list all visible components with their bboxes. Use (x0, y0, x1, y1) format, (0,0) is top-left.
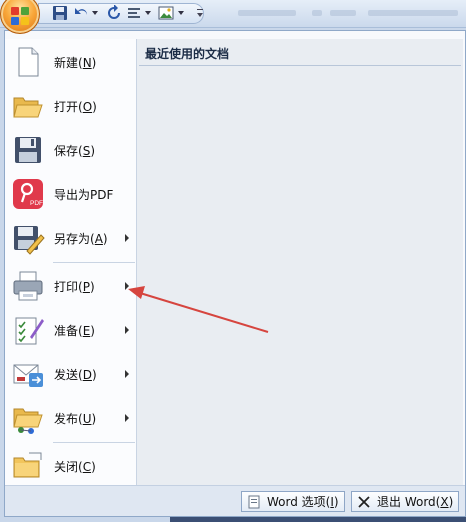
menu-item-label: 另存为( (54, 231, 95, 246)
word-options-button[interactable]: Word 选项(I) (241, 491, 345, 512)
menu-item-close[interactable]: 关闭(C) (9, 445, 133, 487)
exit-word-label: 退出 Word( (377, 495, 441, 509)
exit-word-accesskey: X (440, 494, 449, 509)
title-ghost (330, 10, 356, 16)
recent-documents-divider (139, 65, 461, 66)
title-ghost (238, 10, 296, 16)
menu-item-print[interactable]: 打印(P) (9, 265, 133, 307)
title-ghost (312, 10, 322, 16)
title-ghost (368, 10, 458, 16)
pdf-export-icon: PDF (11, 177, 45, 211)
menu-item-new[interactable]: 新建(N) (9, 41, 133, 83)
undo-icon[interactable] (74, 5, 90, 21)
picture-dropdown-icon[interactable] (178, 11, 184, 15)
menu-bottom-bar: Word 选项(I) 退出 Word(X) (5, 485, 465, 516)
menu-item-accesskey: A (94, 231, 103, 246)
list-format-icon[interactable] (126, 5, 142, 21)
send-icon (11, 357, 45, 391)
menu-divider (53, 442, 135, 443)
prepare-icon (11, 313, 45, 347)
menu-item-label-tail: ) (90, 143, 95, 158)
quick-access-toolbar (0, 0, 466, 28)
menu-item-accesskey: O (82, 99, 93, 114)
menu-item-send[interactable]: 发送(D) (9, 353, 133, 395)
new-document-icon (11, 45, 45, 79)
menu-item-label-tail: ) (89, 279, 95, 294)
word-options-label-tail: ) (333, 494, 339, 509)
menu-item-label: 准备( (54, 323, 83, 338)
undo-dropdown-icon[interactable] (92, 11, 98, 15)
svg-text:PDF: PDF (30, 200, 43, 207)
save-as-icon (11, 221, 45, 255)
submenu-arrow-icon (125, 326, 129, 334)
printer-icon (11, 269, 45, 303)
menu-item-accesskey: N (82, 55, 92, 70)
save-floppy-icon (11, 133, 45, 167)
picture-icon[interactable] (158, 5, 174, 21)
recent-documents-pane: 最近使用的文档 (137, 39, 463, 485)
submenu-arrow-icon (125, 414, 129, 422)
menu-item-label-tail: ) (91, 55, 97, 70)
submenu-arrow-icon (125, 370, 129, 378)
menu-item-accesskey: D (82, 367, 92, 382)
submenu-arrow-icon (125, 234, 129, 242)
menu-item-open[interactable]: 打开(O) (9, 85, 133, 127)
submenu-arrow-icon (125, 282, 129, 290)
menu-item-save-as[interactable]: 另存为(A) (9, 217, 133, 259)
menu-item-publish[interactable]: 发布(U) (9, 397, 133, 439)
menu-item-label: 关闭( (54, 459, 83, 474)
menu-divider (53, 262, 135, 263)
exit-x-icon (358, 495, 370, 508)
redo-icon[interactable] (106, 4, 122, 21)
menu-item-save[interactable]: 保存(S) (9, 129, 133, 171)
word-options-label: Word 选项( (267, 495, 331, 509)
taskbar-edge (170, 517, 466, 522)
open-folder-icon (11, 89, 45, 123)
menu-item-accesskey: C (82, 459, 92, 474)
customize-toolbar-icon[interactable] (196, 6, 204, 20)
menu-commands-pane: 新建(N) 打开(O) 保存(S) PDF 导出为PDF 另存为(A) 打印(P… (5, 39, 136, 485)
office-button[interactable] (0, 0, 40, 34)
menu-item-prepare[interactable]: 准备(E) (9, 309, 133, 351)
close-folder-icon (11, 449, 45, 483)
menu-item-label: 打印( (54, 279, 83, 294)
menu-item-label-tail: ) (91, 411, 97, 426)
menu-item-label: 发布( (54, 411, 83, 426)
exit-word-label-tail: ) (448, 494, 454, 509)
options-document-icon (248, 495, 260, 508)
menu-item-label: 发送( (54, 367, 83, 382)
menu-item-label: 打开( (54, 99, 83, 114)
office-logo-icon (11, 7, 29, 25)
menu-item-label: 导出为PDF (54, 187, 114, 202)
menu-item-label-tail: ) (102, 231, 108, 246)
menu-item-label-tail: ) (91, 459, 96, 474)
menu-item-label-tail: ) (91, 367, 97, 382)
publish-icon (11, 401, 45, 435)
menu-item-label: 保存( (54, 143, 83, 158)
recent-documents-title: 最近使用的文档 (145, 47, 230, 61)
menu-item-accesskey: P (82, 279, 90, 294)
menu-item-label: 新建( (54, 55, 83, 70)
office-menu: 新建(N) 打开(O) 保存(S) PDF 导出为PDF 另存为(A) 打印(P… (4, 30, 466, 517)
exit-word-button[interactable]: 退出 Word(X) (351, 491, 459, 512)
menu-item-export-pdf[interactable]: PDF 导出为PDF (9, 173, 133, 215)
menu-item-label-tail: ) (90, 323, 95, 338)
save-icon[interactable] (52, 5, 68, 21)
menu-item-label-tail: ) (92, 99, 97, 114)
list-dropdown-icon[interactable] (145, 11, 151, 15)
